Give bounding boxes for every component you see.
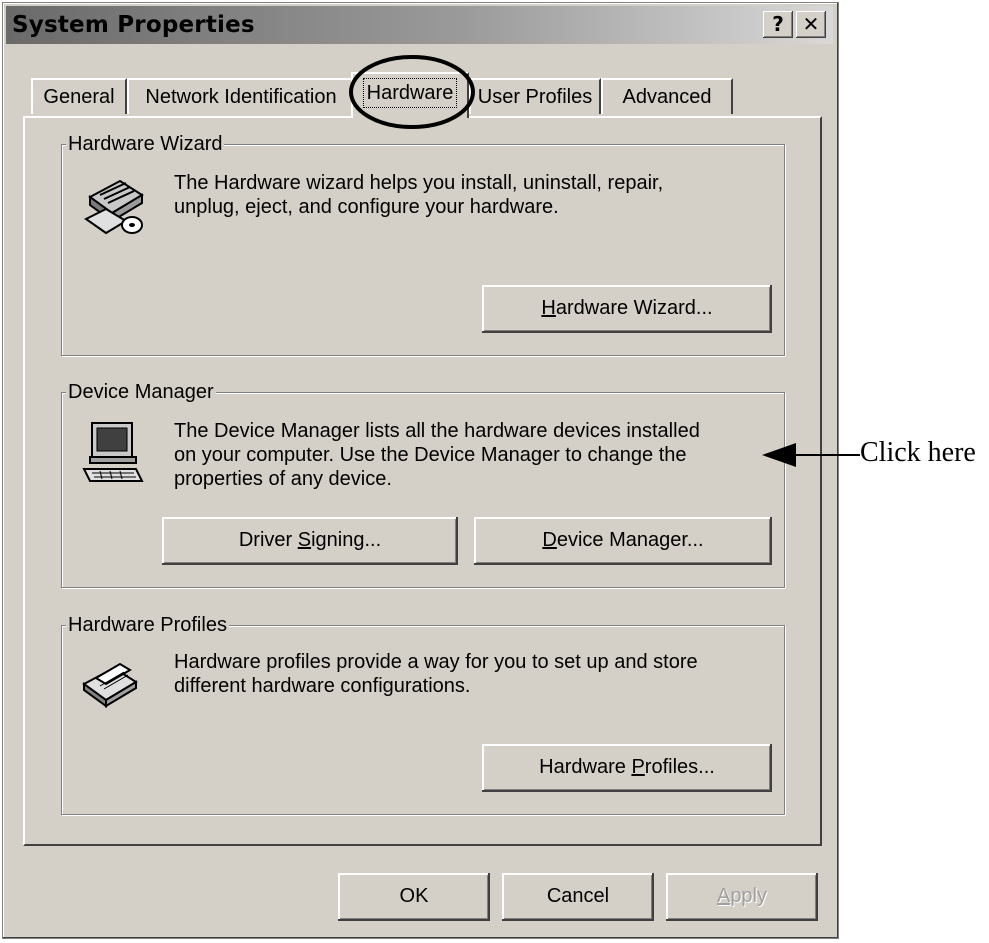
device-manager-button-accel: D xyxy=(542,529,557,551)
computer-icon xyxy=(82,422,144,482)
hardware-wizard-button-accel: H xyxy=(541,297,556,319)
device-manager-button[interactable]: Device Manager... xyxy=(474,517,772,565)
device-manager-button-post: evice Manager... xyxy=(556,529,704,551)
hardware-profiles-button-pre: Hardware xyxy=(539,756,632,778)
hardware-profiles-button[interactable]: Hardware Profiles... xyxy=(482,744,772,792)
device-manager-group-title: Device Manager xyxy=(66,380,216,404)
cancel-button[interactable]: Cancel xyxy=(502,873,654,921)
hardware-profiles-icon xyxy=(82,662,138,708)
driver-signing-button-pre: Driver xyxy=(238,529,298,551)
cancel-button-label: Cancel xyxy=(546,885,610,907)
apply-button-label: pply xyxy=(730,885,768,907)
device-manager-text-2: on your computer. Use the Device Manager… xyxy=(174,444,687,466)
hardware-profiles-button-accel: P xyxy=(631,756,645,778)
hardware-profiles-text-1: Hardware profiles provide a way for you … xyxy=(174,651,698,673)
hardware-profiles-text-2: different hardware configurations. xyxy=(174,675,471,697)
hardware-tab-panel: Hardware Wizard The Hardware wizard help… xyxy=(23,116,822,846)
driver-signing-button-accel: S xyxy=(297,529,312,551)
ok-button[interactable]: OK xyxy=(338,873,490,921)
hardware-profiles-button-post: rofiles... xyxy=(644,756,715,778)
system-properties-window: System Properties ? ✕ General Network Id… xyxy=(2,2,839,939)
apply-button[interactable]: Apply xyxy=(666,873,818,921)
annotation-arrow xyxy=(762,443,860,467)
highlight-ellipse xyxy=(349,55,475,129)
annotation-label: Click here xyxy=(860,437,976,468)
device-manager-text-1: The Device Manager lists all the hardwar… xyxy=(174,420,700,442)
hardware-wizard-button[interactable]: Hardware Wizard... xyxy=(482,285,772,333)
driver-signing-button-post: igning... xyxy=(311,529,382,551)
hardware-profiles-group: Hardware Profiles Hardware profiles prov… xyxy=(61,613,785,815)
apply-button-accel: A xyxy=(716,885,731,907)
device-manager-text-3: properties of any device. xyxy=(174,468,392,490)
hardware-wizard-button-post: ardware Wizard... xyxy=(555,297,713,319)
device-manager-group: Device Manager The Device Manager lists … xyxy=(61,380,785,588)
ok-button-label: OK xyxy=(399,885,429,907)
driver-signing-button[interactable]: Driver Signing... xyxy=(162,517,458,565)
hardware-profiles-group-title: Hardware Profiles xyxy=(66,613,229,637)
